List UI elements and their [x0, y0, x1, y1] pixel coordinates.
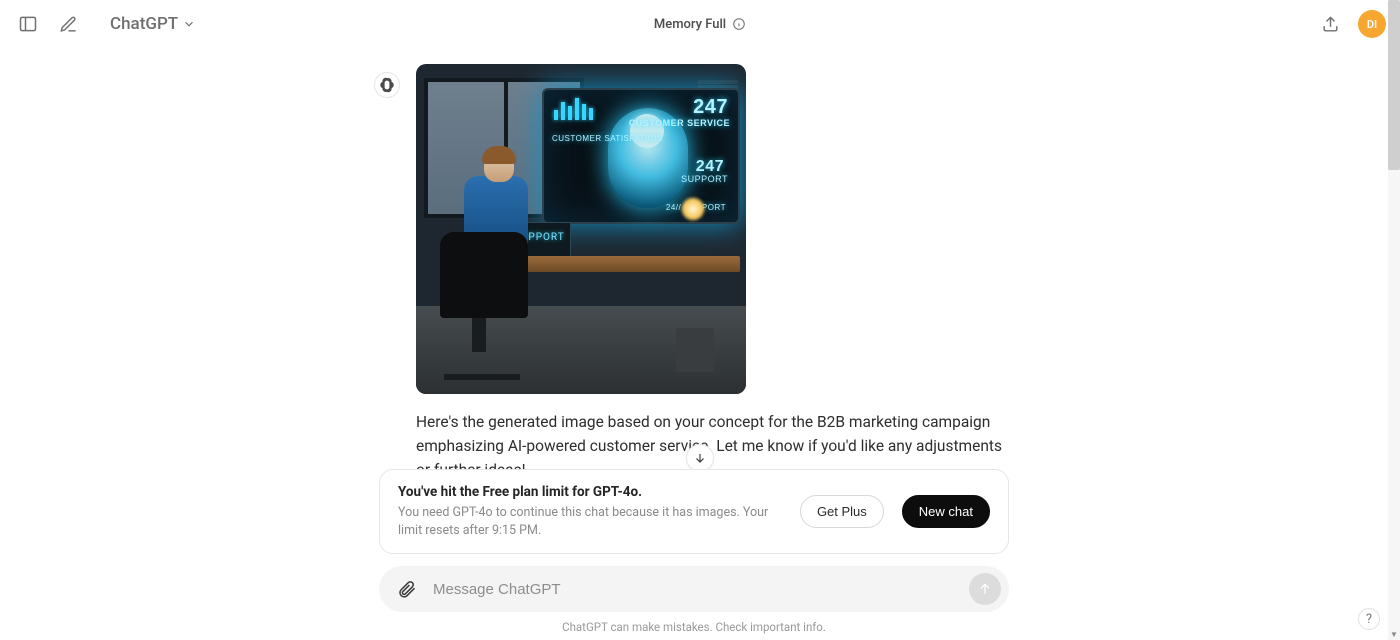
banner-subtitle: You need GPT-4o to continue this chat be…: [398, 504, 782, 539]
attach-icon[interactable]: [393, 575, 421, 603]
footer-disclaimer: ChatGPT can make mistakes. Check importa…: [0, 612, 1388, 640]
new-chat-icon[interactable]: [54, 10, 82, 38]
topbar: ChatGPT Memory Full DI: [0, 0, 1400, 48]
avatar-initials: DI: [1367, 18, 1377, 31]
banner-title: You've hit the Free plan limit for GPT-4…: [398, 484, 782, 500]
banner-text: You've hit the Free plan limit for GPT-4…: [398, 484, 782, 539]
assistant-avatar-icon: [374, 72, 400, 98]
help-button[interactable]: ?: [1358, 608, 1380, 630]
arrow-up-icon: [977, 581, 993, 597]
topbar-right: DI: [1316, 10, 1386, 38]
topbar-left: ChatGPT: [14, 10, 202, 38]
image-overlay-customer-sat: CUSTOMER SATISFATIIDN: [552, 134, 663, 143]
chevron-down-icon: [182, 17, 196, 31]
image-monitor: 247 CUSTOMER SERVICE 247 SUPPORT 24// SU…: [542, 88, 740, 224]
image-overlay-customer-service: CUSTOMER SERVICE: [629, 118, 730, 128]
help-label: ?: [1366, 612, 1372, 627]
vertical-scrollbar[interactable]: ▲ ▼: [1388, 0, 1400, 640]
send-button[interactable]: [969, 573, 1001, 605]
scrollbar-down-icon[interactable]: ▼: [1388, 628, 1400, 640]
new-chat-button[interactable]: New chat: [902, 495, 990, 528]
limit-banner: You've hit the Free plan limit for GPT-4…: [379, 469, 1009, 554]
message-input[interactable]: [433, 581, 957, 598]
composer-area: You've hit the Free plan limit for GPT-4…: [0, 469, 1388, 640]
generated-image[interactable]: 247 CUSTOMER SERVICE 247 SUPPORT 24// SU…: [416, 64, 746, 394]
user-avatar[interactable]: DI: [1358, 10, 1386, 38]
get-plus-button[interactable]: Get Plus: [800, 495, 884, 528]
topbar-center: Memory Full: [0, 0, 1400, 48]
openai-icon: [379, 77, 395, 93]
image-overlay-support: SUPPORT: [681, 174, 728, 184]
scroll-to-bottom-button[interactable]: [686, 444, 714, 472]
composer: [379, 566, 1009, 612]
sidebar-toggle-icon[interactable]: [14, 10, 42, 38]
model-picker[interactable]: ChatGPT: [104, 10, 202, 38]
arrow-down-icon: [693, 451, 707, 465]
memory-status[interactable]: Memory Full: [646, 13, 754, 36]
model-label: ChatGPT: [110, 14, 178, 34]
memory-label: Memory Full: [654, 17, 726, 32]
info-icon: [732, 17, 746, 31]
share-icon[interactable]: [1316, 10, 1344, 38]
scrollbar-thumb[interactable]: [1388, 0, 1400, 170]
image-overlay-247-top: 247: [693, 96, 728, 119]
